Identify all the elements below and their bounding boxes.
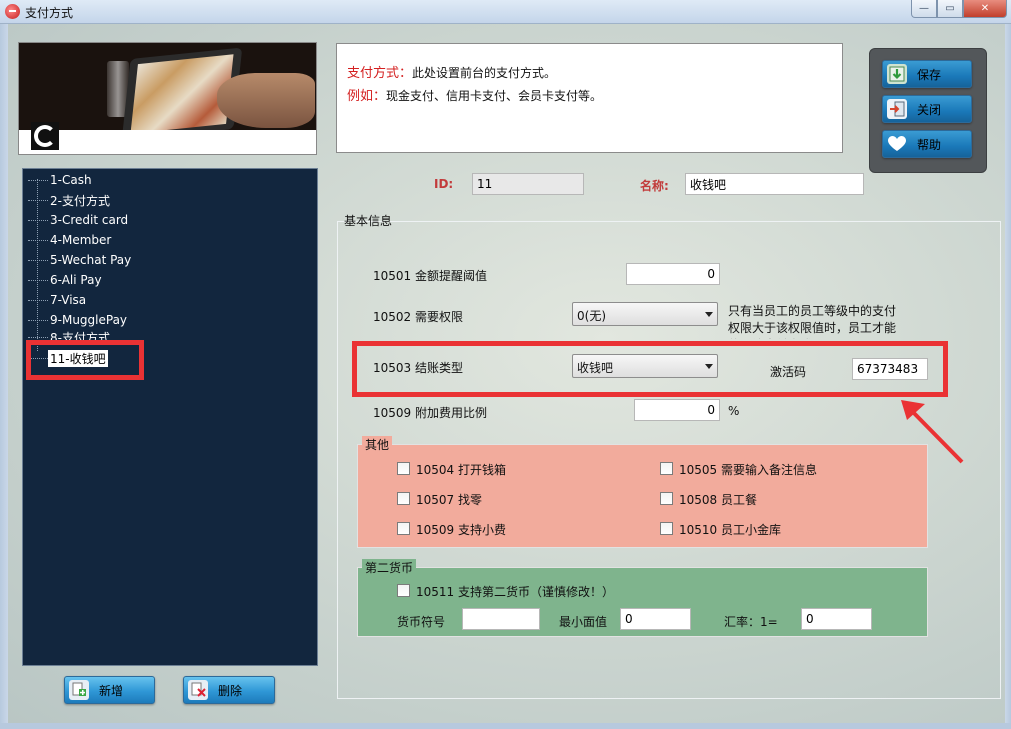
window-frame-right [1005,24,1011,729]
help-button-label: 帮助 [917,137,942,152]
name-field[interactable] [685,173,864,195]
surcharge-label: 10509 附加费用比例 [373,406,487,420]
description-box: 支付方式：此处设置前台的支付方式。 例如：现金支付、信用卡支付、会员卡支付等。 [336,43,843,153]
delete-button[interactable]: 删除 [183,676,275,704]
add-button-label: 新增 [99,683,124,698]
require-note-label: 10505 需要输入备注信息 [679,463,817,477]
window-frame-bottom [0,723,1011,729]
tree-item[interactable]: 2-支付方式 [23,191,112,209]
tree-item[interactable]: 7-Visa [23,291,88,309]
currency-symbol-field[interactable] [462,608,540,630]
staff-meal-label: 10508 员工餐 [679,493,757,507]
tree-item[interactable]: 9-MugglePay [23,311,129,329]
surcharge-unit: % [728,404,740,418]
save-icon [887,64,907,84]
close-button[interactable]: 关闭 [882,95,972,123]
other-title: 其他 [362,436,393,453]
support-tips-label: 10509 支持小费 [416,523,506,537]
tree-item[interactable]: 3-Credit card [23,211,130,229]
app-icon [5,4,20,19]
save-button-label: 保存 [917,67,942,82]
maximize-button[interactable]: ▭ [937,0,963,18]
min-denomination-label: 最小面值 [559,615,608,629]
threshold-field[interactable] [626,263,720,285]
permission-select[interactable]: 0(无) [572,302,718,326]
checkbox-second-currency[interactable] [397,584,410,597]
banner-photo [18,42,317,155]
description-text-2: 现金支付、信用卡支付、会员卡支付等。 [386,89,603,103]
checkbox-support-tips[interactable] [397,522,410,535]
checkbox-open-drawer[interactable] [397,462,410,475]
exchange-rate-label: 汇率：1= [724,615,778,629]
permission-label: 10502 需要权限 [373,310,463,324]
highlight-box-tree [26,340,144,380]
tree-item[interactable]: 6-Ali Pay [23,271,104,289]
description-key-2: 例如： [347,89,387,104]
heart-icon [887,134,907,154]
tree-item[interactable]: 5-Wechat Pay [23,251,133,269]
minimize-button[interactable]: — [911,0,937,18]
basic-info-title: 基本信息 [344,214,393,228]
checkbox-give-change[interactable] [397,492,410,505]
exit-door-icon [887,99,907,119]
open-drawer-label: 10504 打开钱箱 [416,463,506,477]
permission-note: 只有当员工的员工等级中的支付权限大于该权限值时，员工才能使用该支付方式。 [728,304,897,339]
window-frame-left [0,24,8,729]
surcharge-field[interactable] [634,399,720,421]
second-currency-title: 第二货币 [362,559,417,576]
tree-item[interactable]: 1-Cash [23,171,94,189]
staff-vault-label: 10510 员工小金库 [679,523,781,537]
checkbox-staff-meal[interactable] [660,492,673,505]
highlight-box-checkout [352,341,948,397]
hand-graphic [217,73,315,128]
description-key-1: 支付方式： [347,66,413,81]
close-window-button[interactable]: ✕ [963,0,1007,18]
threshold-label: 10501 金额提醒阈值 [373,269,487,283]
delete-button-label: 删除 [218,683,243,698]
save-button[interactable]: 保存 [882,60,972,88]
close-button-label: 关闭 [917,102,942,117]
second-currency-enable-label: 10511 支持第二货币（谨慎修改！） [416,585,614,599]
description-text-1: 此处设置前台的支付方式。 [412,66,557,80]
title-bar: 支付方式 — ▭ ✕ [0,0,1011,24]
currency-symbol-label: 货币符号 [397,615,446,629]
exchange-rate-field[interactable] [801,608,872,630]
min-denomination-field[interactable] [620,608,691,630]
chevron-down-icon [705,312,713,317]
id-label: ID: [434,177,454,191]
checkbox-require-note[interactable] [660,462,673,475]
help-button[interactable]: 帮助 [882,130,972,158]
checkbox-staff-vault[interactable] [660,522,673,535]
payment-method-tree[interactable]: 1-Cash 2-支付方式 3-Credit card 4-Member 5-W… [22,168,318,666]
name-label: 名称: [640,179,669,193]
tree-item[interactable]: 4-Member [23,231,113,249]
delete-icon [188,680,208,700]
give-change-label: 10507 找零 [416,493,482,507]
window-title: 支付方式 [25,6,74,20]
id-field [472,173,584,195]
window-controls: — ▭ ✕ [911,0,1007,18]
brand-logo-icon [31,122,59,150]
add-icon [69,680,89,700]
add-button[interactable]: 新增 [64,676,155,704]
